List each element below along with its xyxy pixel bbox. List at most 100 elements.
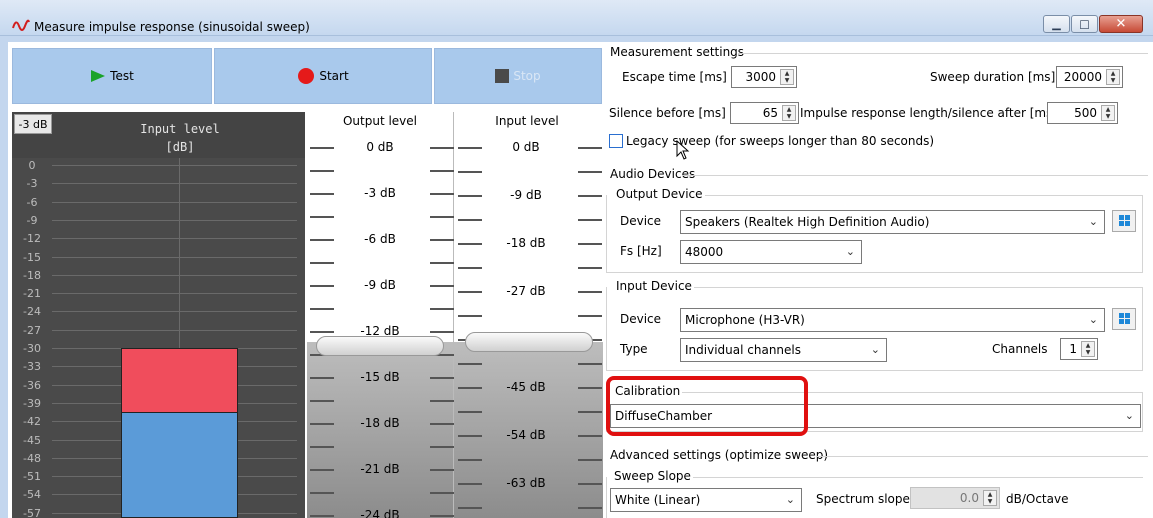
silence-before-label: Silence before [ms] [609,106,726,120]
output-device-settings-button[interactable] [1112,210,1136,232]
measurement-settings-title: Measurement settings [610,45,745,59]
fs-label: Fs [Hz] [620,244,662,258]
chevron-down-icon: ⌄ [785,493,795,506]
output-level-scale-label: -15 dB [360,370,400,384]
record-icon [298,68,315,84]
title-bar[interactable]: Measure impulse response (sinusoidal swe… [0,0,1153,36]
input-level-scale-label: 0 dB [512,140,540,154]
test-button-label: Test [110,69,134,83]
chevron-down-icon: ⌄ [1088,313,1098,326]
legacy-sweep-label: Legacy sweep (for sweeps longer than 80 … [626,134,935,148]
close-icon: ✕ [1115,16,1127,32]
spin-arrows-icon[interactable]: ▲ ▼ [1081,341,1095,357]
input-level-scale-label: -54 dB [506,428,546,442]
output-level-scale-label: -6 dB [364,232,396,246]
spectrum-slope-input[interactable]: 0.0 ▲ ▼ [910,487,1000,509]
escape-time-input[interactable]: 3000 ▲ ▼ [731,66,797,88]
input-device-settings-button[interactable] [1112,308,1136,330]
type-label: Type [620,342,648,356]
spin-arrows-icon[interactable]: ▲ ▼ [782,105,796,121]
minimize-button[interactable]: ▁ [1043,15,1070,33]
type-select[interactable]: Individual channels ⌄ [680,338,887,362]
spin-arrows-icon[interactable]: ▲ ▼ [1106,69,1120,85]
meter-scale-label: -39 [23,396,41,410]
meter-scale-label: -3 [26,177,38,191]
input-level-scale-label: -9 dB [510,188,542,202]
escape-time-label: Escape time [ms] [622,70,727,84]
sweep-duration-label: Sweep duration [ms] [930,70,1056,84]
meter-scale-label: 0 [28,159,36,172]
output-level-scale-label: -3 dB [364,186,396,200]
meter-scale-label: -21 [23,287,41,301]
peak-level-bar [121,348,238,413]
input-level-scale-label: -45 dB [506,380,546,394]
output-level-scale-label: -9 dB [364,278,396,292]
input-level-scale-label: -63 dB [506,476,546,490]
sweep-slope-title: Sweep Slope [612,469,693,483]
meter-scale-label: -6 [26,195,38,209]
input-device-label: Device [620,312,662,326]
output-level-header: Output level [342,114,418,128]
meter-scale-label: -9 [26,213,38,227]
rms-level-bar [121,412,238,518]
fs-select[interactable]: 48000 ⌄ [680,240,862,264]
meter-scale-label: -30 [23,342,41,355]
meter-scale-label: -33 [23,360,41,374]
input-level-slider-thumb[interactable] [465,332,593,352]
spectrum-slope-unit: dB/Octave [1006,492,1069,506]
output-level-scale-label: 0 dB [366,140,394,154]
ir-length-input[interactable]: 500 ▲ ▼ [1047,102,1118,124]
input-level-scale-label: -18 dB [506,236,546,250]
minimize-icon: ▁ [1052,17,1061,31]
maximize-button[interactable]: □ [1071,15,1098,33]
channels-input[interactable]: 1 ▲ ▼ [1060,338,1098,360]
ir-length-label: Impulse response length/silence after [m… [800,106,1058,120]
meter-scale-label: -18 [23,268,41,282]
legacy-sweep-checkbox[interactable] [609,134,623,148]
input-level-header: Input level [495,114,559,128]
stop-button[interactable]: Stop [434,48,602,104]
output-device-title: Output Device [614,187,705,201]
app-waveform-icon [12,19,30,31]
mouse-cursor-icon [676,140,690,160]
meter-scale-label: -15 [23,250,41,264]
output-level-scale-label: -21 dB [360,462,400,476]
meter-scale-label: -54 [23,488,41,502]
meter-scale-label: -51 [23,470,41,484]
sweep-duration-input[interactable]: 20000 ▲ ▼ [1056,66,1123,88]
input-device-title: Input Device [614,279,694,293]
start-button-label: Start [319,69,349,83]
output-device-select[interactable]: Speakers (Realtek High Definition Audio)… [680,210,1105,234]
meter-title: Input level [dB] [140,122,220,154]
silence-before-input[interactable]: 65 ▲ ▼ [730,102,799,124]
spin-arrows-icon[interactable]: ▲ ▼ [983,490,997,506]
meter-scale-label: -12 [23,232,41,246]
chevron-down-icon: ⌄ [1088,215,1098,228]
audio-devices-title: Audio Devices [610,167,696,181]
spin-arrows-icon[interactable]: ▲ ▼ [1101,105,1115,121]
sweep-slope-select[interactable]: White (Linear) ⌄ [610,488,802,512]
start-button[interactable]: Start [214,48,432,104]
channels-label: Channels [992,342,1048,356]
peak-db-badge: -3 dB [14,114,52,134]
dialog-window: Measure impulse response (sinusoidal swe… [0,0,1153,518]
close-button[interactable]: ✕ [1099,15,1143,33]
meter-scale-label: -48 [23,451,41,465]
chevron-down-icon: ⌄ [1124,409,1134,422]
input-device-select[interactable]: Microphone (H3-VR) ⌄ [680,308,1105,332]
play-icon [91,70,106,82]
stop-button-label: Stop [513,69,541,83]
spectrum-slope-label: Spectrum slope [816,492,910,506]
spin-arrows-icon[interactable]: ▲ ▼ [780,69,794,85]
output-level-scale-label: -24 dB [360,508,400,518]
test-button[interactable]: Test [12,48,212,104]
stop-icon [495,69,510,83]
meter-scale-label: -27 [23,323,41,337]
output-level-scale-label: -18 dB [360,416,400,430]
input-level-scale-label: -27 dB [506,284,546,298]
meter-scale-label: -24 [23,305,41,319]
output-level-slider-thumb[interactable] [316,336,444,356]
meter-scale-label: -42 [23,415,41,429]
window-title: Measure impulse response (sinusoidal swe… [34,20,310,34]
chevron-down-icon: ⌄ [870,343,880,356]
